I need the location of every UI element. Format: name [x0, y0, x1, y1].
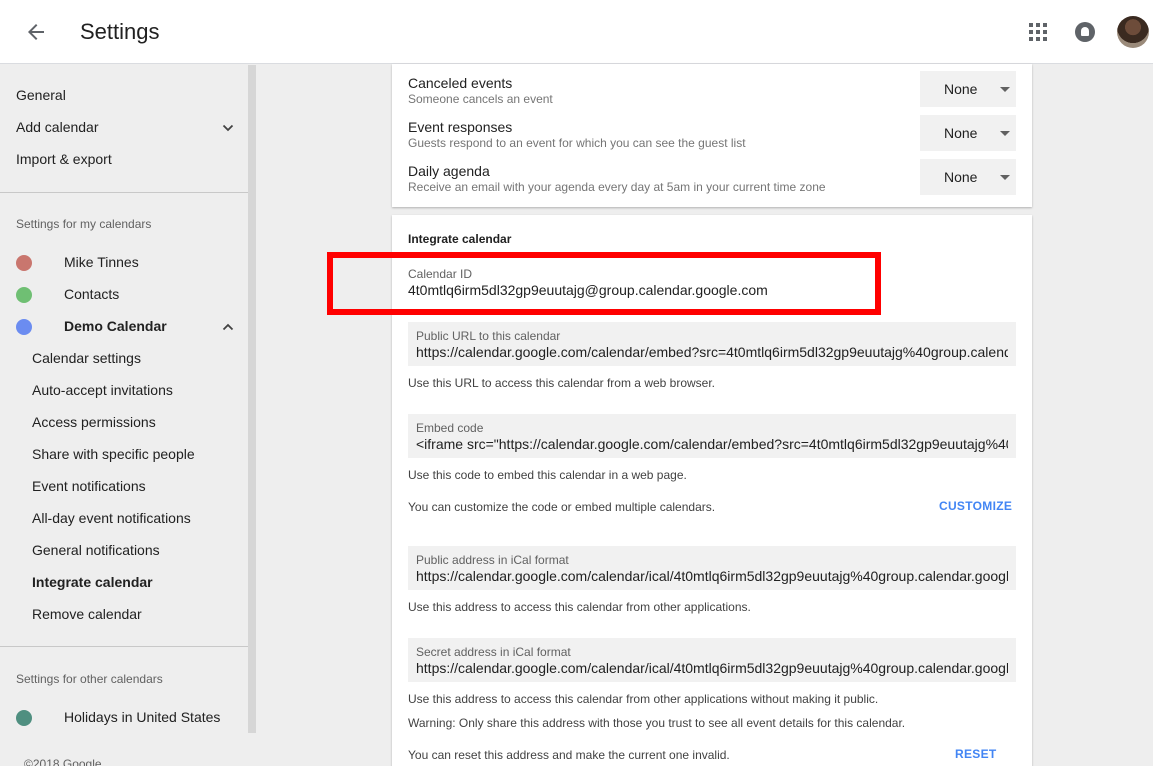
ical-secret-warning: Warning: Only share this address with th… — [408, 716, 906, 730]
reset-help: You can reset this address and make the … — [408, 748, 730, 762]
select-value: None — [944, 81, 978, 97]
sidebar-divider — [0, 646, 248, 647]
integrate-calendar-heading: Integrate calendar — [408, 232, 512, 246]
calendar-color-dot — [16, 710, 32, 726]
ical-public-value[interactable]: https://calendar.google.com/calendar/ica… — [416, 568, 1008, 584]
customize-button[interactable]: CUSTOMIZE — [939, 499, 1012, 513]
public-url-field[interactable]: Public URL to this calendar https://cale… — [408, 322, 1016, 366]
chevron-up-icon[interactable] — [222, 321, 234, 333]
nav-share-specific-people[interactable]: Share with specific people — [32, 444, 195, 464]
calendar-color-dot — [16, 255, 32, 271]
dropdown-arrow-icon — [1000, 131, 1010, 136]
embed-code-field[interactable]: Embed code <iframe src="https://calendar… — [408, 414, 1016, 458]
calendar-demo-calendar[interactable]: Demo Calendar — [64, 316, 167, 336]
notif-title: Daily agenda — [408, 163, 490, 179]
ical-public-help: Use this address to access this calendar… — [408, 600, 751, 614]
arrow-back-icon[interactable] — [24, 20, 48, 44]
page-title: Settings — [80, 19, 160, 44]
calendar-color-dot — [16, 287, 32, 303]
calendar-holidays-us[interactable]: Holidays in United States — [64, 707, 220, 727]
nav-access-permissions[interactable]: Access permissions — [32, 412, 156, 432]
sidebar-scrollbar[interactable] — [248, 65, 256, 733]
apps-grid-icon[interactable] — [1029, 23, 1047, 41]
embed-code-help: Use this code to embed this calendar in … — [408, 468, 687, 482]
top-app-bar: Settings — [0, 0, 1153, 64]
notif-title: Canceled events — [408, 75, 513, 91]
select-value: None — [944, 125, 978, 141]
daily-agenda-select[interactable]: None — [920, 159, 1016, 195]
calendar-contacts[interactable]: Contacts — [64, 284, 119, 304]
other-calendars-heading: Settings for other calendars — [16, 672, 163, 686]
ical-public-field[interactable]: Public address in iCal format https://ca… — [408, 546, 1016, 590]
highlight-box — [327, 252, 881, 315]
embed-code-value[interactable]: <iframe src="https://calendar.google.com… — [416, 436, 1008, 452]
notif-title: Event responses — [408, 119, 513, 135]
nav-calendar-settings[interactable]: Calendar settings — [32, 348, 141, 368]
calendar-mike-tinnes[interactable]: Mike Tinnes — [64, 252, 139, 272]
select-value: None — [944, 169, 978, 185]
footer-copyright: ©2018 Google — [24, 757, 102, 766]
notifications-icon[interactable] — [1075, 22, 1095, 42]
ical-secret-label: Secret address in iCal format — [416, 645, 571, 659]
public-url-help: Use this URL to access this calendar fro… — [408, 376, 716, 390]
nav-auto-accept[interactable]: Auto-accept invitations — [32, 380, 173, 400]
ical-secret-help: Use this address to access this calendar… — [408, 692, 879, 706]
notif-desc: Guests respond to an event for which you… — [408, 136, 746, 150]
public-url-label: Public URL to this calendar — [416, 329, 561, 343]
notif-desc: Receive an email with your agenda every … — [408, 180, 826, 194]
event-responses-select[interactable]: None — [920, 115, 1016, 151]
customize-help: You can customize the code or embed mult… — [408, 500, 716, 514]
nav-import-export[interactable]: Import & export — [16, 149, 112, 169]
chevron-down-icon[interactable] — [222, 122, 234, 134]
dropdown-arrow-icon — [1000, 175, 1010, 180]
sidebar-divider — [0, 192, 248, 193]
ical-public-label: Public address in iCal format — [416, 553, 569, 567]
nav-all-day-notifications[interactable]: All-day event notifications — [32, 508, 191, 528]
avatar[interactable] — [1117, 16, 1149, 48]
nav-integrate-calendar[interactable]: Integrate calendar — [32, 572, 153, 592]
nav-general-notifications[interactable]: General notifications — [32, 540, 160, 560]
reset-button[interactable]: RESET — [955, 747, 997, 761]
embed-code-label: Embed code — [416, 421, 484, 435]
ical-secret-value[interactable]: https://calendar.google.com/calendar/ica… — [416, 660, 1008, 676]
nav-event-notifications[interactable]: Event notifications — [32, 476, 146, 496]
public-url-value[interactable]: https://calendar.google.com/calendar/emb… — [416, 344, 1008, 360]
dropdown-arrow-icon — [1000, 87, 1010, 92]
calendar-color-dot — [16, 319, 32, 335]
my-calendars-heading: Settings for my calendars — [16, 217, 152, 231]
nav-general[interactable]: General — [16, 85, 66, 105]
notif-desc: Someone cancels an event — [408, 92, 553, 106]
ical-secret-field[interactable]: Secret address in iCal format https://ca… — [408, 638, 1016, 682]
canceled-events-select[interactable]: None — [920, 71, 1016, 107]
nav-add-calendar[interactable]: Add calendar — [16, 117, 99, 137]
nav-remove-calendar[interactable]: Remove calendar — [32, 604, 142, 624]
